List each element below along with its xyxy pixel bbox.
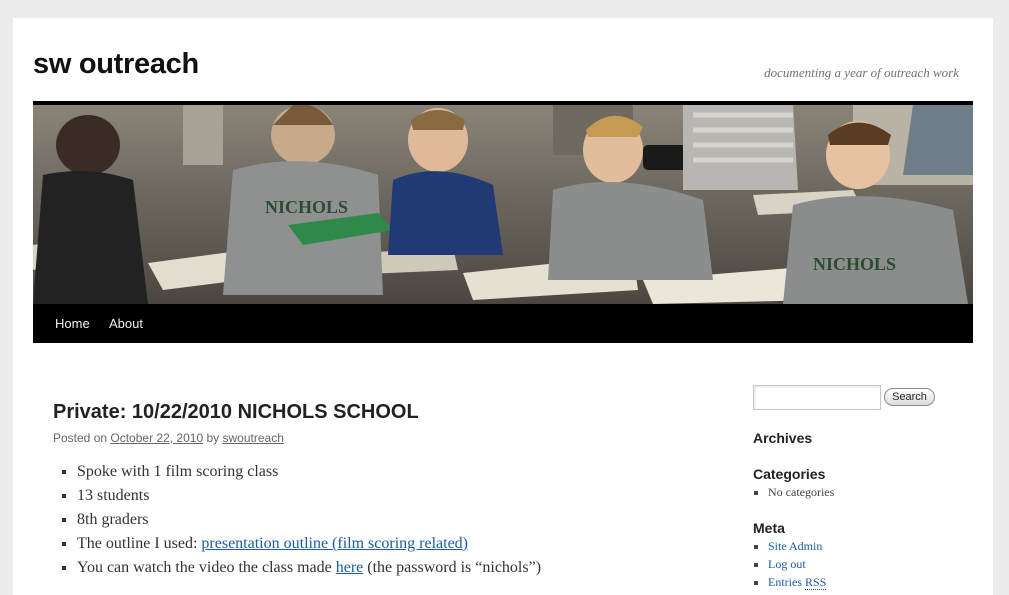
list-item: 8th graders — [77, 508, 693, 532]
archives-heading: Archives — [753, 430, 813, 446]
svg-text:NICHOLS: NICHOLS — [265, 197, 348, 217]
list-item: No categories — [768, 483, 834, 501]
nav-item-home[interactable]: Home — [55, 316, 90, 331]
entries-rss-link[interactable]: Entries RSS — [768, 575, 827, 590]
list-item: Log out — [768, 555, 826, 573]
bullet-text: 8th graders — [77, 511, 149, 528]
post-author-link[interactable]: swoutreach — [223, 431, 284, 445]
presentation-outline-link[interactable]: presentation outline (film scoring relat… — [201, 535, 468, 552]
post-title[interactable]: Private: 10/22/2010 NICHOLS SCHOOL — [53, 401, 693, 424]
categories-heading: Categories — [753, 466, 826, 482]
post-date-link[interactable]: October 22, 2010 — [110, 431, 203, 445]
search-input[interactable] — [753, 385, 881, 410]
main-navigation: Home About — [33, 304, 973, 343]
categories-list: No categories — [753, 483, 834, 501]
no-categories-text: No categories — [768, 485, 835, 499]
list-item: You can watch the video the class made h… — [77, 556, 693, 580]
post-meta-prefix: Posted on — [53, 431, 108, 445]
bullet-text-suffix: (the password is “nichols”) — [367, 559, 542, 576]
list-item: The outline I used: presentation outline… — [77, 532, 693, 556]
video-link[interactable]: here — [336, 559, 364, 576]
list-item: Site Admin — [768, 537, 826, 555]
site-title[interactable]: sw outreach — [33, 48, 199, 81]
bullet-text: The outline I used: — [77, 535, 198, 552]
meta-heading: Meta — [753, 520, 785, 536]
list-item: Entries RSS — [768, 573, 827, 591]
bullet-text: Spoke with 1 film scoring class — [77, 463, 279, 480]
bullet-text: 13 students — [77, 487, 150, 504]
post-bullet-list: Spoke with 1 film scoring class 13 stude… — [53, 460, 693, 580]
bullet-text: You can watch the video the class made — [77, 559, 332, 576]
search-button[interactable]: Search — [884, 388, 935, 406]
post-meta: Posted on October 22, 2010 by swoutreach — [53, 431, 693, 445]
site-description: documenting a year of outreach work — [764, 65, 959, 80]
list-item: Spoke with 1 film scoring class — [77, 460, 693, 484]
list-item: 13 students — [77, 484, 693, 508]
site-admin-link[interactable]: Site Admin — [768, 539, 822, 553]
nav-item-about[interactable]: About — [109, 316, 143, 331]
header-image: NICHOLS NICHOLS — [33, 101, 973, 308]
entries-label: Entries — [768, 575, 802, 589]
svg-text:NICHOLS: NICHOLS — [813, 254, 896, 274]
meta-list: Site Admin Log out Entries RSS — [753, 537, 827, 591]
page-container: sw outreach documenting a year of outrea… — [13, 18, 993, 595]
rss-abbr: RSS — [805, 575, 827, 590]
post-article: Private: 10/22/2010 NICHOLS SCHOOL Poste… — [53, 401, 693, 580]
post-meta-by: by — [206, 431, 220, 445]
log-out-link[interactable]: Log out — [768, 557, 806, 571]
